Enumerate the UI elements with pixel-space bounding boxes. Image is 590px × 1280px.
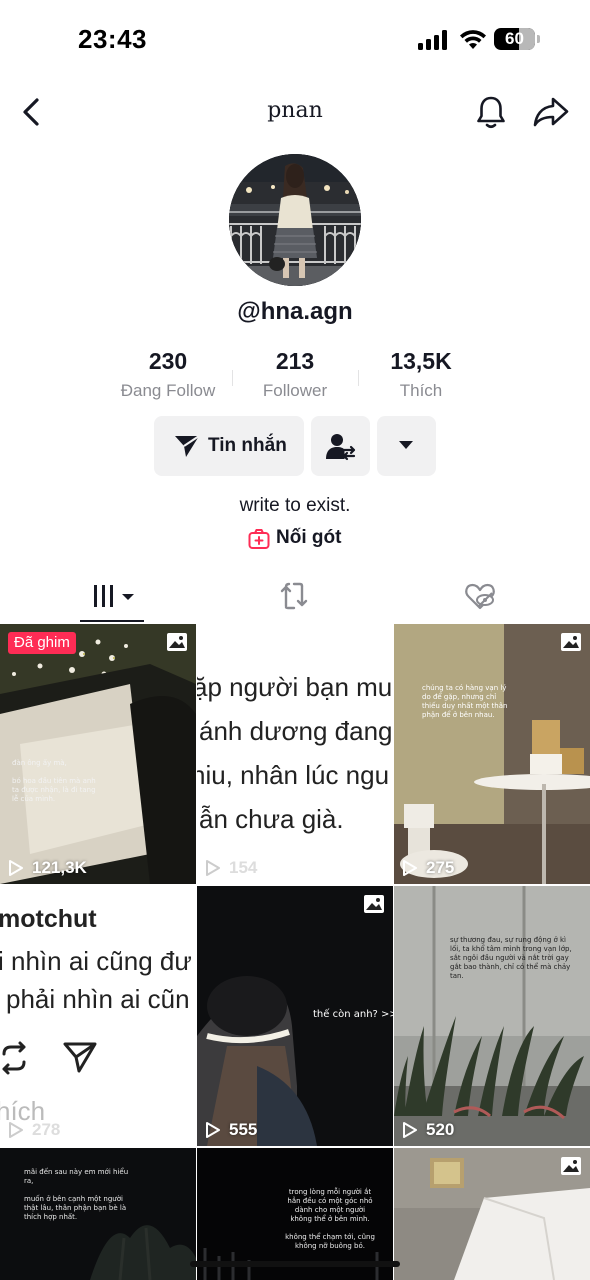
- profile-username: @hna.agn: [237, 298, 353, 325]
- video-text-line: motchut: [0, 905, 97, 933]
- play-icon: [206, 1122, 220, 1138]
- stat-value: 230: [148, 348, 188, 374]
- repost-icon: [280, 582, 308, 610]
- active-tab-indicator: [80, 620, 144, 622]
- linked-video-label: Nối gót: [276, 527, 342, 548]
- follow-switch-button[interactable]: [311, 416, 370, 476]
- video-grid: Đã ghim đàn ông ấy mà, bó hoa đầu tiên m…: [0, 624, 590, 1280]
- profile-header: pnan: [0, 84, 590, 140]
- play-icon: [403, 1122, 417, 1138]
- photo-post-icon: [364, 895, 384, 913]
- status-bar: 23:43 60: [0, 0, 590, 80]
- caret-down-icon: [399, 441, 413, 449]
- view-count-value: 121,3K: [32, 858, 87, 877]
- video-text-line: ánh dương đang: [199, 716, 393, 746]
- video-thumbnail[interactable]: [394, 1148, 590, 1280]
- video-thumbnail[interactable]: mãi đến sau này em mới hiểu ra, muốn ở b…: [0, 1148, 196, 1280]
- message-button-label: Tin nhắn: [208, 435, 287, 456]
- battery-level: 60: [505, 29, 524, 48]
- view-count-value: 555: [229, 1120, 258, 1139]
- avatar-photo: [229, 154, 361, 286]
- liked-hidden-icon: [465, 583, 495, 610]
- stat-label: Follower: [262, 381, 328, 400]
- tab-reposts[interactable]: [196, 570, 392, 624]
- video-caption: thế còn anh? >>: [313, 1009, 393, 1020]
- play-icon: [9, 860, 23, 876]
- stat-label: Đang Follow: [120, 381, 216, 400]
- stat-following[interactable]: 230 Đang Follow: [98, 348, 238, 401]
- send-icon: [63, 1042, 97, 1073]
- pinned-badge: Đã ghim: [8, 632, 76, 654]
- video-cover: [0, 624, 196, 884]
- profile-tabs: [0, 570, 590, 624]
- video-caption: mãi đến sau này em mới hiểu ra, muốn ở b…: [24, 1168, 129, 1221]
- video-caption: trong lòng mỗi người ắt hẳn đều có một g…: [285, 1188, 375, 1250]
- send-icon: [175, 435, 200, 457]
- stat-followers[interactable]: 213 Follower: [225, 348, 365, 401]
- play-icon: [403, 860, 417, 876]
- profile-stats: 230 Đang Follow 213 Follower 13,5K Thích: [0, 348, 590, 408]
- video-text-line: i nhìn ai cũng đư: [0, 946, 192, 976]
- repost-icon: [2, 1041, 26, 1075]
- play-icon: [206, 860, 220, 876]
- video-thumbnail[interactable]: Đã ghim đàn ông ấy mà, bó hoa đầu tiên m…: [0, 624, 196, 884]
- video-thumbnail[interactable]: thế còn anh? >> 555: [197, 886, 393, 1146]
- video-caption: sự thương đau, sự rung động ở kì lối, ta…: [450, 936, 572, 980]
- wifi-icon: [460, 30, 486, 49]
- video-cover: [394, 886, 590, 1146]
- stat-likes[interactable]: 13,5K Thích: [351, 348, 491, 401]
- view-count-value: 520: [426, 1120, 455, 1139]
- view-count-value: 278: [32, 1120, 61, 1139]
- home-indicator: [190, 1261, 400, 1267]
- video-thumbnail[interactable]: ặp người bạn mu ánh dương đang niu, nhân…: [197, 624, 393, 884]
- cellular-signal-icon: [418, 30, 448, 50]
- avatar[interactable]: [229, 154, 361, 286]
- video-text-line: ẫn chưa già.: [199, 804, 344, 834]
- view-count-value: 154: [229, 858, 258, 877]
- video-caption: đàn ông ấy mà, bó hoa đầu tiên mà anh ta…: [12, 759, 96, 803]
- share-icon[interactable]: [532, 96, 570, 128]
- status-time: 23:43: [78, 24, 147, 54]
- add-video-icon: [248, 529, 270, 549]
- view-count-value: 275: [426, 858, 455, 877]
- grid-icon: [94, 585, 134, 607]
- message-button[interactable]: Tin nhắn: [154, 416, 304, 476]
- tab-liked[interactable]: [392, 570, 588, 624]
- video-text-line: phải nhìn ai cũn: [6, 984, 190, 1014]
- video-thumbnail[interactable]: chúng ta có hàng vạn lý do để gặp, nhưng…: [394, 624, 590, 884]
- stat-label: Thích: [399, 381, 443, 400]
- photo-post-icon: [561, 1157, 581, 1175]
- video-thumbnail[interactable]: motchut i nhìn ai cũng đư phải nhìn ai c…: [0, 886, 196, 1146]
- stat-value: 13,5K: [390, 348, 452, 374]
- notification-bell-icon[interactable]: [474, 94, 508, 130]
- photo-post-icon: [167, 633, 187, 651]
- video-caption: chúng ta có hàng vạn lý do để gặp, nhưng…: [422, 684, 508, 719]
- tab-videos[interactable]: [0, 570, 196, 624]
- more-options-button[interactable]: [377, 416, 436, 476]
- video-text-line: niu, nhân lúc ngu: [197, 760, 390, 790]
- battery-icon: 60: [494, 28, 540, 50]
- play-icon: [9, 1122, 23, 1138]
- video-thumbnail[interactable]: sự thương đau, sự rung động ở kì lối, ta…: [394, 886, 590, 1146]
- video-cover: [394, 624, 590, 884]
- photo-post-icon: [561, 633, 581, 651]
- video-text-line: ặp người bạn mu: [197, 672, 393, 702]
- user-swap-icon: [326, 434, 356, 461]
- profile-bio: write to exist.: [239, 495, 351, 516]
- stat-value: 213: [275, 348, 315, 374]
